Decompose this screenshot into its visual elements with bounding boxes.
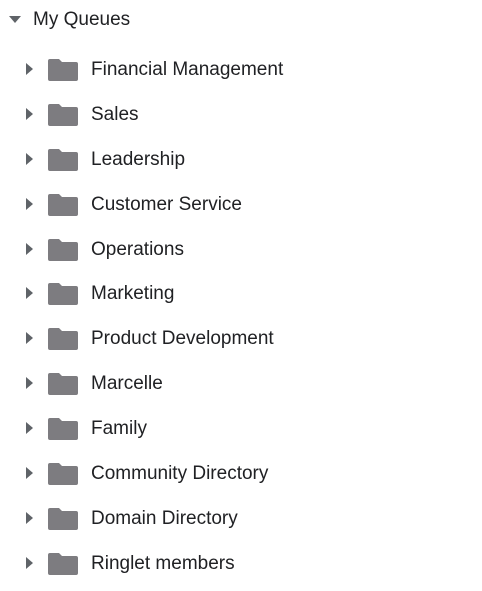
queue-item-family[interactable]: Family	[0, 406, 482, 451]
queue-item-label: Customer Service	[91, 193, 242, 215]
queue-item-label: Financial Management	[91, 59, 284, 80]
queue-item-label: Operations	[91, 238, 184, 260]
queue-item-label: Marcelle	[91, 373, 163, 395]
folder-icon	[48, 507, 78, 530]
queue-item-ringlet-members[interactable]: Ringlet members	[0, 541, 482, 586]
expand-caret-icon[interactable]	[26, 287, 33, 300]
expand-caret-icon[interactable]	[26, 197, 33, 210]
folder-icon	[48, 463, 78, 486]
expand-caret-icon[interactable]	[26, 511, 33, 524]
queue-item-operations[interactable]: Operations	[0, 227, 482, 272]
queue-item-label: Family	[91, 418, 147, 440]
queue-item-label: Sales	[91, 103, 139, 125]
folder-icon	[48, 238, 78, 261]
expand-caret-icon[interactable]	[26, 556, 33, 569]
queue-list: Financial Management Sales Leadership Cu…	[0, 47, 482, 586]
expand-caret-icon[interactable]	[26, 377, 33, 390]
folder-icon	[48, 148, 78, 171]
my-queues-label: My Queues	[33, 9, 131, 30]
expand-caret-icon[interactable]	[26, 152, 33, 165]
queue-item-marketing[interactable]: Marketing	[0, 271, 482, 316]
queue-item-label: Marketing	[91, 283, 175, 305]
folder-icon	[48, 418, 78, 441]
folder-icon	[48, 552, 78, 575]
queue-item-label: Ringlet members	[91, 552, 235, 574]
queue-item-label: Community Directory	[91, 463, 269, 485]
expand-caret-icon[interactable]	[26, 422, 33, 435]
queue-item-leadership[interactable]: Leadership	[0, 137, 482, 182]
folder-icon	[48, 328, 78, 351]
folder-icon	[48, 373, 78, 396]
collapse-caret-icon[interactable]	[9, 16, 21, 23]
queue-item-marcelle[interactable]: Marcelle	[0, 361, 482, 406]
queue-item-community-directory[interactable]: Community Directory	[0, 451, 482, 496]
folder-icon	[48, 193, 78, 216]
my-queues-header[interactable]: My Queues	[0, 0, 482, 40]
folder-icon	[48, 283, 78, 306]
queue-item-product-development[interactable]: Product Development	[0, 316, 482, 361]
expand-caret-icon[interactable]	[26, 63, 33, 75]
queue-item-label: Leadership	[91, 148, 186, 170]
queue-item-label: Product Development	[91, 328, 274, 350]
expand-caret-icon[interactable]	[26, 242, 33, 255]
queue-item-financial-management[interactable]: Financial Management	[0, 47, 482, 92]
expand-caret-icon[interactable]	[26, 332, 33, 345]
queue-tree: My Queues Financial Management Sales Lea…	[0, 0, 482, 591]
expand-caret-icon[interactable]	[26, 107, 33, 120]
folder-icon	[48, 103, 78, 126]
folder-icon	[48, 59, 78, 81]
queue-item-customer-service[interactable]: Customer Service	[0, 182, 482, 227]
queue-item-sales[interactable]: Sales	[0, 92, 482, 137]
queue-item-domain-directory[interactable]: Domain Directory	[0, 496, 482, 541]
queue-item-label: Domain Directory	[91, 507, 238, 529]
expand-caret-icon[interactable]	[26, 467, 33, 480]
